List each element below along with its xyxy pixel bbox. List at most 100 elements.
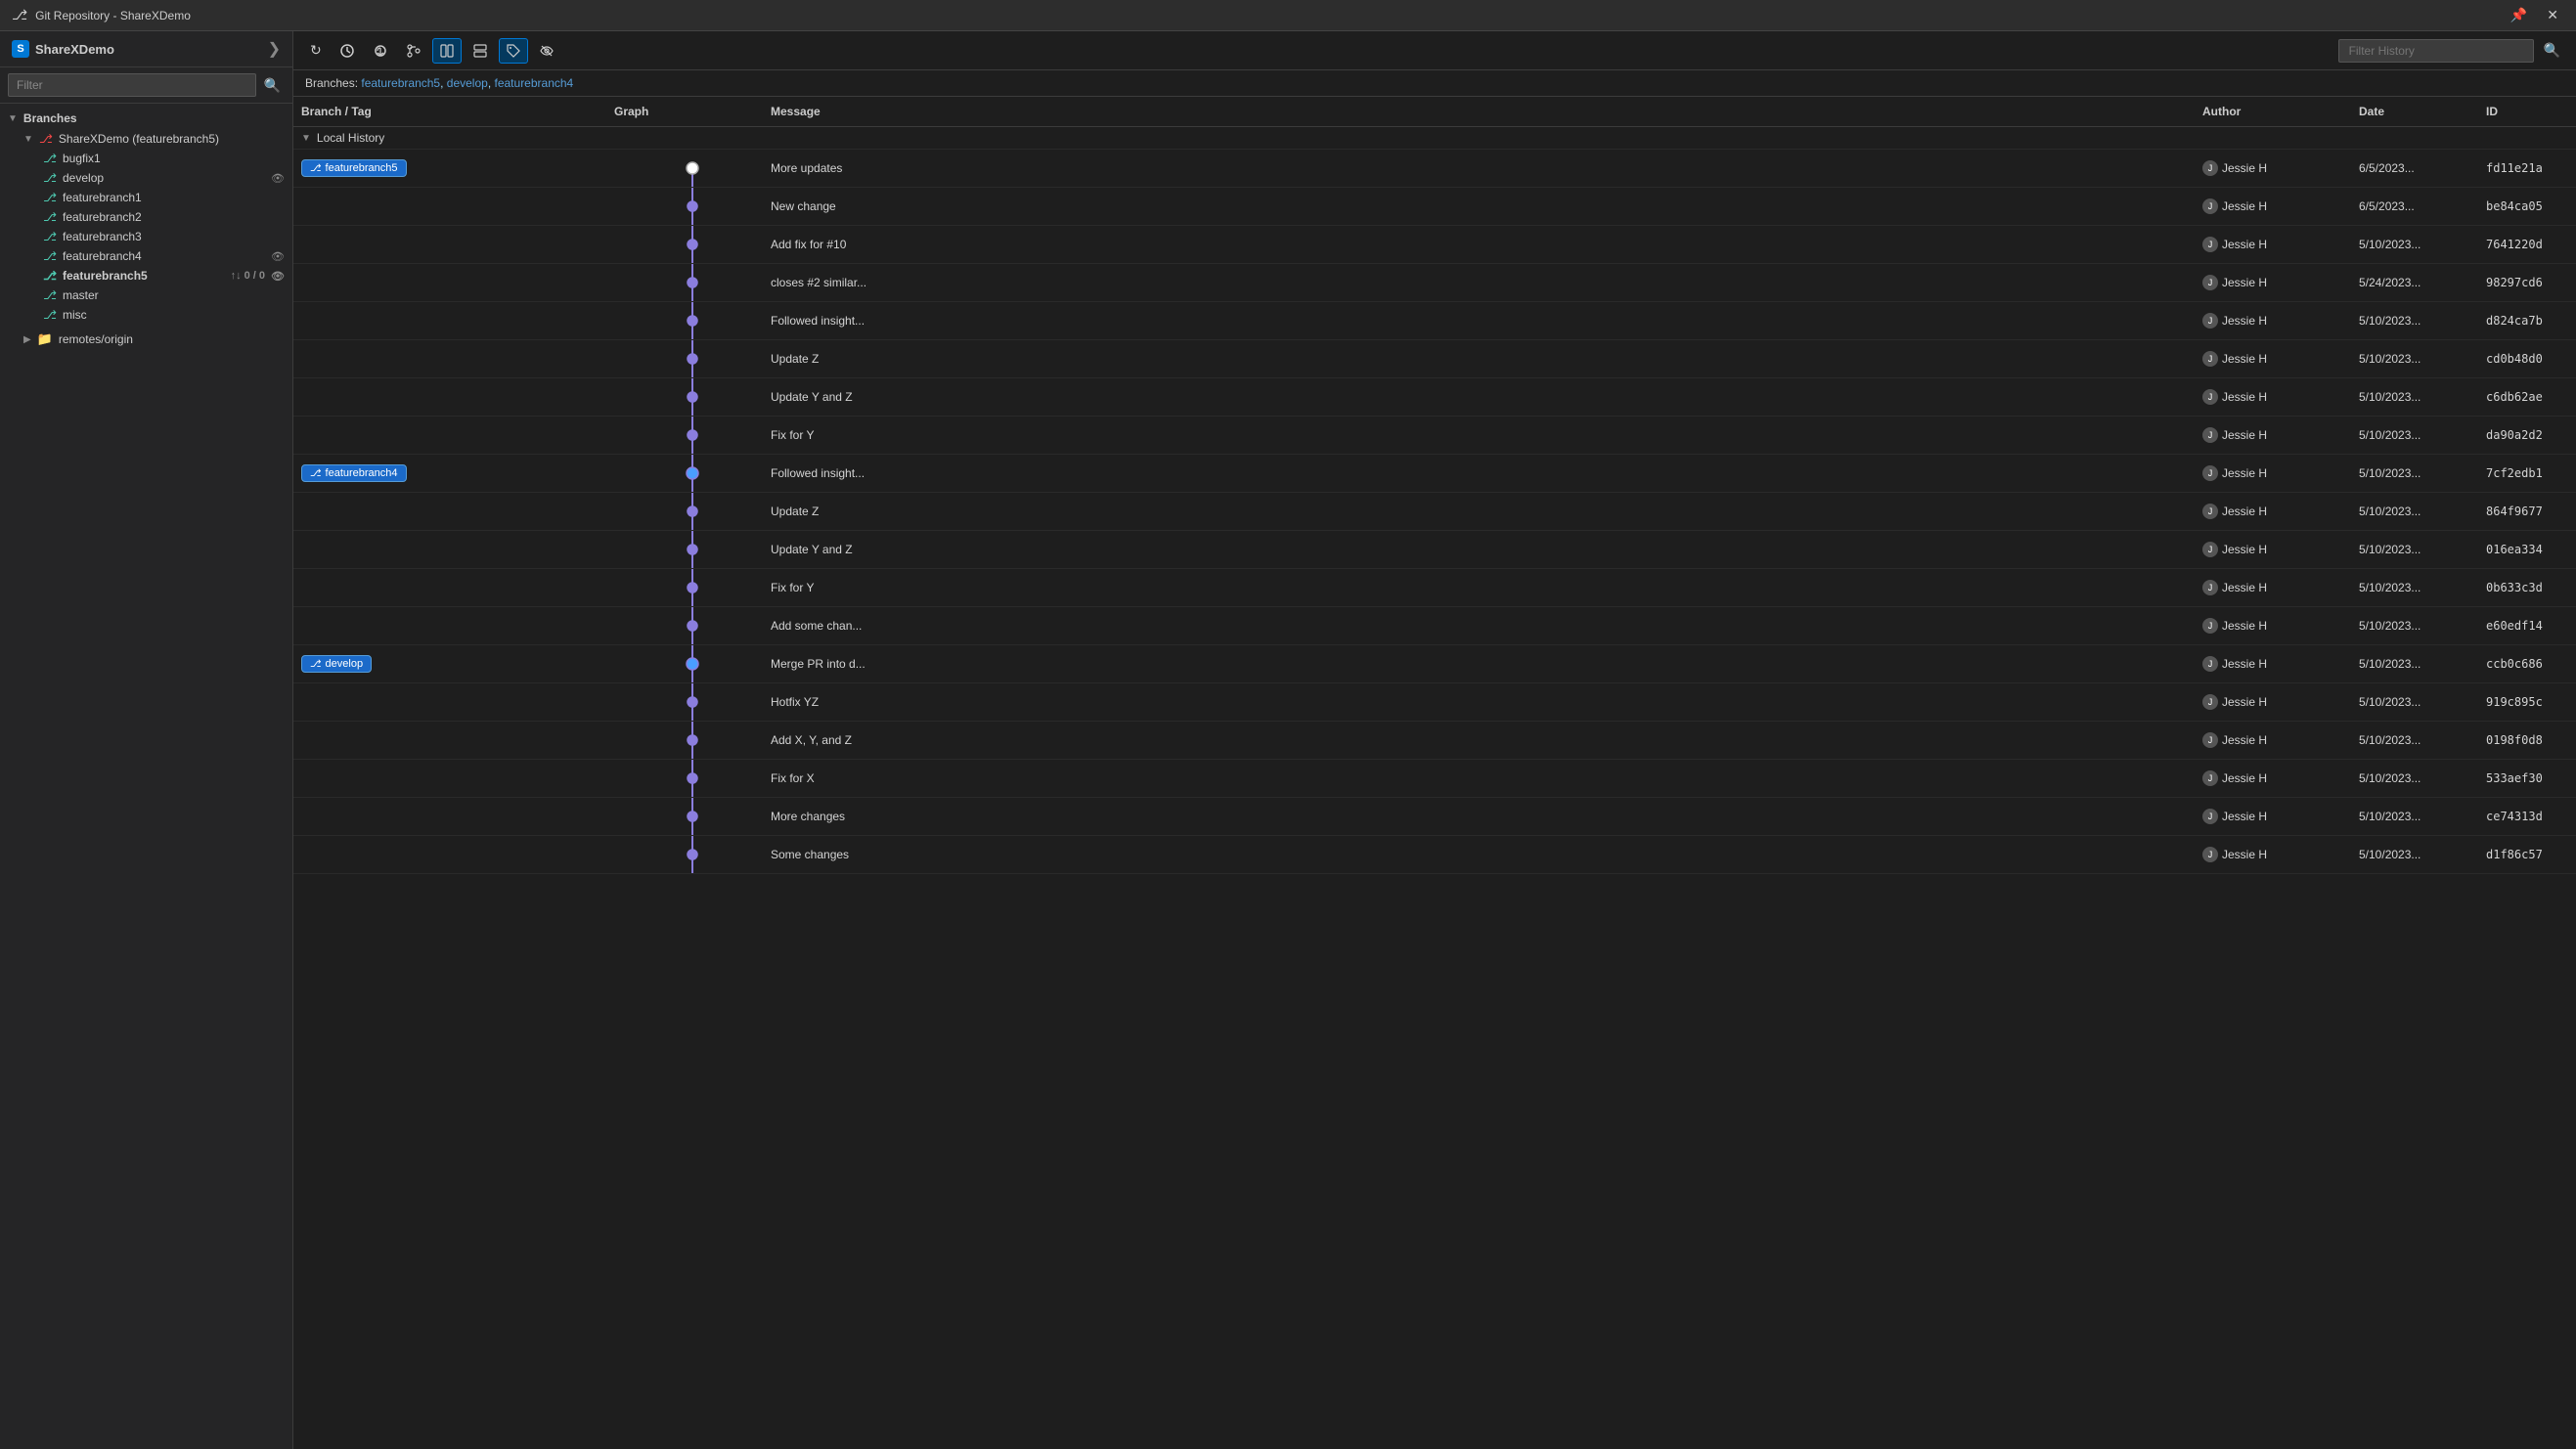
eye-toggle-button[interactable] [532,38,561,64]
branch-tag[interactable]: ⎇ develop [301,655,372,673]
commit-graph-col [606,455,763,492]
table-row[interactable]: closes #2 similar...JJessie H5/24/2023..… [293,264,2576,302]
table-row[interactable]: ⎇ featurebranch5More updatesJJessie H6/5… [293,150,2576,188]
commit-date: 5/10/2023... [2351,308,2478,333]
commit-author: JJessie H [2195,765,2351,792]
table-row[interactable]: ⎇ developMerge PR into d...JJessie H5/10… [293,645,2576,683]
branch-link-fb5[interactable]: featurebranch5 [361,76,440,90]
refresh-button[interactable]: ↻ [303,37,329,64]
layout2-button[interactable] [466,38,495,64]
branch-tag-icon: ⎇ [310,163,322,174]
table-row[interactable]: Hotfix YZJJessie H5/10/2023...919c895c [293,683,2576,722]
commit-branch-col [293,353,606,365]
sidebar-item-featurebranch4[interactable]: ⎇ featurebranch4 👁 [35,246,292,266]
table-row[interactable]: Add X, Y, and ZJJessie H5/10/2023...0198… [293,722,2576,760]
commit-graph-col [606,226,763,263]
commit-author: JJessie H [2195,726,2351,754]
commit-message: Fix for Y [763,575,2195,600]
commit-author: JJessie H [2195,650,2351,678]
sidebar-filter-search-button[interactable]: 🔍 [260,75,285,96]
sidebar-collapse-button[interactable]: ❯ [268,39,281,59]
branches-button[interactable] [399,38,428,64]
table-row[interactable]: More changesJJessie H5/10/2023...ce74313… [293,798,2576,836]
commit-author: JJessie H [2195,231,2351,258]
pin-button[interactable]: 📌 [2505,5,2533,25]
tag-button[interactable] [499,38,528,64]
sidebar-filter-input[interactable] [8,73,256,97]
commit-graph-col [606,493,763,530]
sidebar-item-develop[interactable]: ⎇ develop 👁 [35,168,292,188]
branch-name-develop: develop [63,171,265,185]
table-row[interactable]: Add some chan...JJessie H5/10/2023...e60… [293,607,2576,645]
branch-link-develop[interactable]: develop [447,76,488,90]
author-name: Jessie H [2222,276,2267,289]
commit-graph-col [606,836,763,873]
commit-date: 5/10/2023... [2351,613,2478,638]
table-row[interactable]: Update Y and ZJJessie H5/10/2023...016ea… [293,531,2576,569]
tag-icon [506,43,521,59]
commit-author: JJessie H [2195,688,2351,716]
sidebar-item-featurebranch1[interactable]: ⎇ featurebranch1 [35,188,292,207]
table-row[interactable]: Update Y and ZJJessie H5/10/2023...c6db6… [293,378,2576,417]
commit-branch-col [293,811,606,822]
author-avatar: J [2202,275,2218,290]
author-name: Jessie H [2222,771,2267,785]
sidebar-item-master[interactable]: ⎇ master [35,285,292,305]
commit-branch-col [293,620,606,632]
table-row[interactable]: Fix for XJJessie H5/10/2023...533aef30 [293,760,2576,798]
pull-button[interactable] [366,38,395,64]
remotes-expand-icon: ▶ [23,334,31,345]
sidebar-item-sharexdemo[interactable]: ▼ ⎇ ShareXDemo (featurebranch5) [16,129,292,149]
table-row[interactable]: Add fix for #10JJessie H5/10/2023...7641… [293,226,2576,264]
commit-branch-col [293,277,606,288]
fetch-button[interactable] [333,38,362,64]
commit-message: closes #2 similar... [763,270,2195,295]
commit-branch-col [293,582,606,593]
commit-graph-col [606,607,763,644]
branch-name-fb3: featurebranch3 [63,230,285,243]
author-name: Jessie H [2222,695,2267,709]
commit-message: Update Y and Z [763,384,2195,410]
table-row[interactable]: Followed insight...JJessie H5/10/2023...… [293,302,2576,340]
branch-link-fb4[interactable]: featurebranch4 [495,76,574,90]
sidebar-item-bugfix1[interactable]: ⎇ bugfix1 [35,149,292,168]
branch-icon-fb1: ⎇ [43,191,57,204]
table-row[interactable]: Update ZJJessie H5/10/2023...864f9677 [293,493,2576,531]
commit-branch-col [293,696,606,708]
commit-date: 5/10/2023... [2351,422,2478,448]
table-row[interactable]: Update ZJJessie H5/10/2023...cd0b48d0 [293,340,2576,378]
commit-date: 5/10/2023... [2351,232,2478,257]
author-name: Jessie H [2222,581,2267,594]
commit-date: 5/10/2023... [2351,461,2478,486]
commit-message: More changes [763,804,2195,829]
branches-icon [406,43,422,59]
author-avatar: J [2202,351,2218,367]
table-row[interactable]: Some changesJJessie H5/10/2023...d1f86c5… [293,836,2576,874]
author-avatar: J [2202,465,2218,481]
author-name: Jessie H [2222,543,2267,556]
author-avatar: J [2202,427,2218,443]
filter-search-button[interactable]: 🔍 [2538,40,2566,61]
branches-section-header[interactable]: ▼ Branches [0,108,292,129]
author-avatar: J [2202,542,2218,557]
sidebar-item-misc[interactable]: ⎇ misc [35,305,292,325]
table-row[interactable]: ⎇ featurebranch4Followed insight...JJess… [293,455,2576,493]
table-row[interactable]: Fix for YJJessie H5/10/2023...0b633c3d [293,569,2576,607]
close-button[interactable]: ✕ [2541,5,2564,25]
branches-label: Branches [23,111,77,125]
commit-graph-col [606,188,763,225]
sidebar-item-featurebranch5[interactable]: ⎇ featurebranch5 ↑↓ 0 / 0 👁 [35,266,292,285]
sidebar-title-text: ShareXDemo [35,42,114,57]
table-row[interactable]: Fix for YJJessie H5/10/2023...da90a2d2 [293,417,2576,455]
commit-message: Fix for Y [763,422,2195,448]
sidebar-item-featurebranch2[interactable]: ⎇ featurebranch2 [35,207,292,227]
sidebar-item-featurebranch3[interactable]: ⎇ featurebranch3 [35,227,292,246]
branch-icon-develop: ⎇ [43,171,57,185]
sidebar-item-remotes[interactable]: ▶ 📁 remotes/origin [16,329,292,350]
branch-tag[interactable]: ⎇ featurebranch5 [301,159,407,177]
filter-history-input[interactable] [2338,39,2534,63]
table-row[interactable]: New changeJJessie H6/5/2023...be84ca05 [293,188,2576,226]
commit-date: 5/10/2023... [2351,537,2478,562]
layout1-button[interactable] [432,38,462,64]
branch-tag[interactable]: ⎇ featurebranch4 [301,464,407,482]
